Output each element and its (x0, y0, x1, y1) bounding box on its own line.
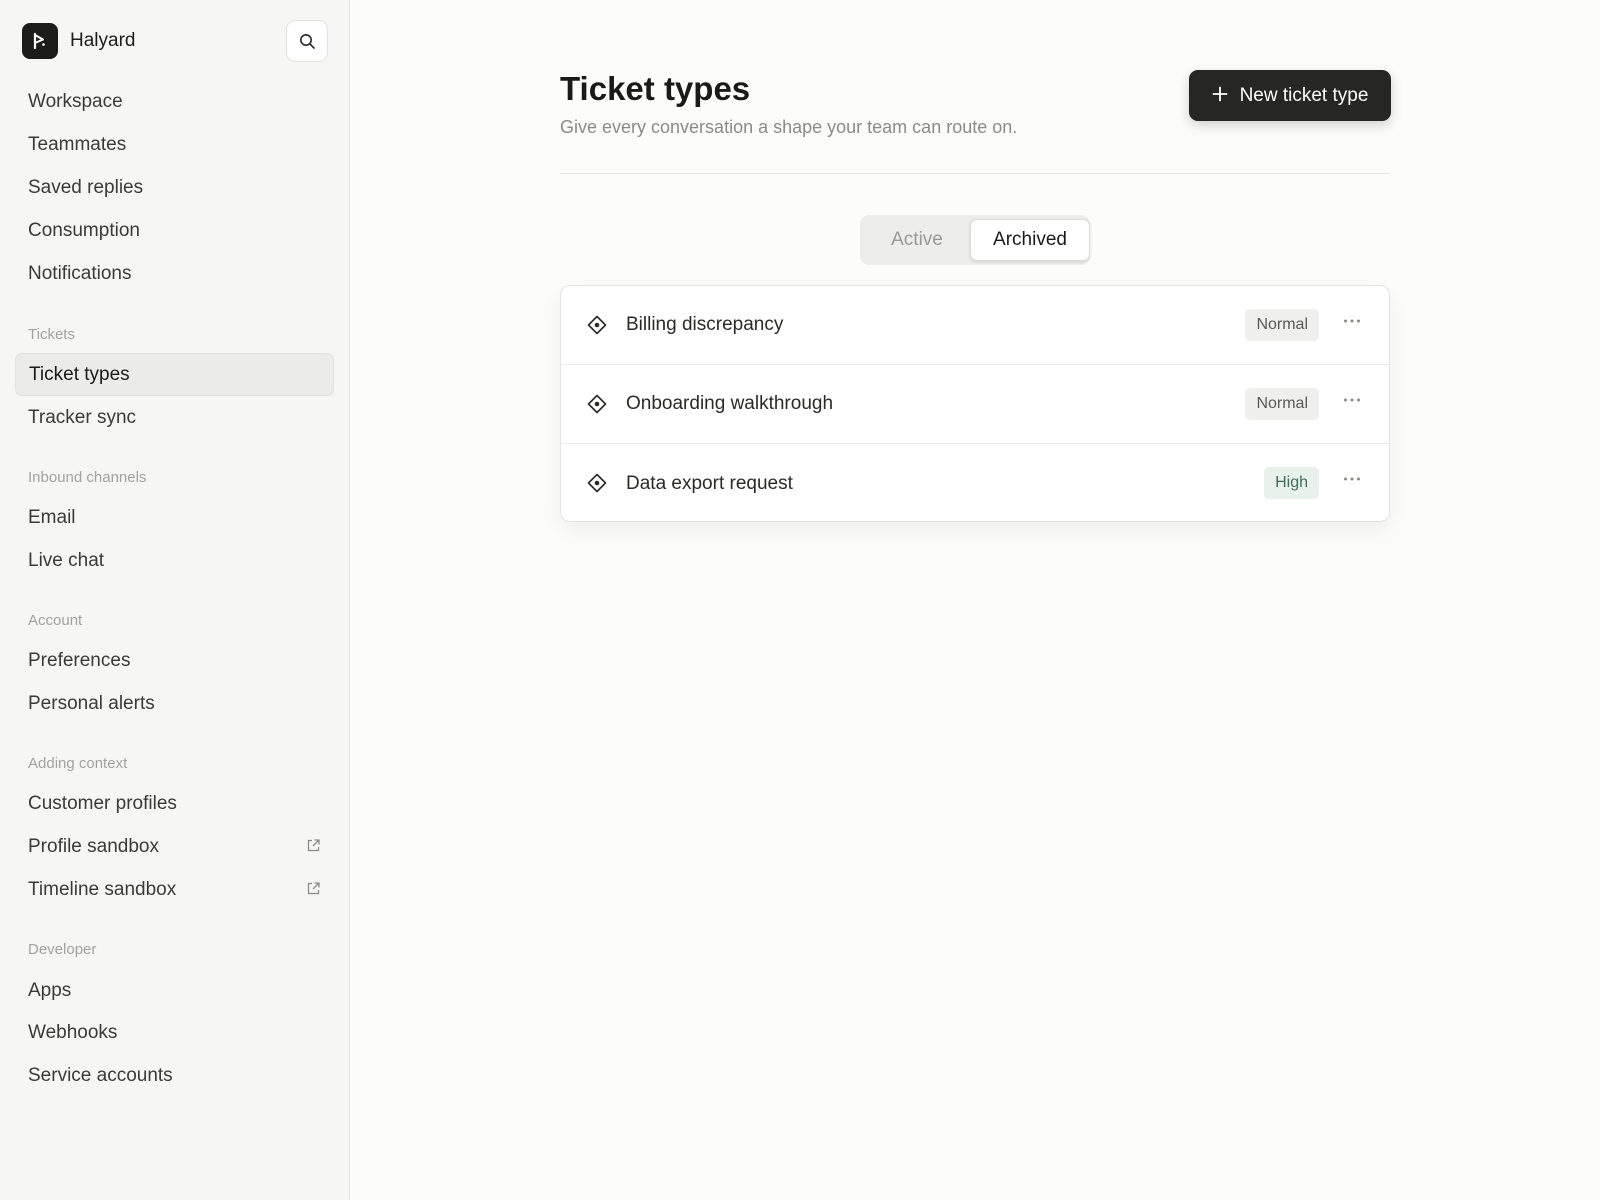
tab-active[interactable]: Active (864, 219, 970, 261)
section-label-tickets: Tickets (28, 326, 75, 343)
external-link-icon (307, 839, 320, 852)
sidebar: Halyard Workspace Teammates Saved replie… (0, 0, 350, 1200)
sidebar-item-label: Timeline sandbox (28, 878, 177, 900)
sidebar-item-label: Teammates (28, 133, 127, 155)
sidebar-item-saved-replies[interactable]: Saved replies (15, 166, 334, 209)
header-divider (560, 173, 1390, 174)
ticket-type-icon (587, 315, 607, 335)
tab-archived[interactable]: Archived (970, 219, 1090, 261)
brand[interactable]: Halyard (22, 23, 135, 59)
more-icon[interactable] (1343, 397, 1361, 403)
sidebar-item-label: Preferences (28, 649, 131, 671)
list-item[interactable]: Onboarding walkthrough Normal (561, 365, 1389, 444)
ticket-type-list: Billing discrepancy Normal Onboarding wa… (560, 285, 1390, 522)
sidebar-item-preferences[interactable]: Preferences (15, 639, 334, 682)
sidebar-item-label: Live chat (28, 549, 105, 571)
more-icon[interactable] (1343, 476, 1361, 482)
more-icon[interactable] (1343, 318, 1361, 324)
section-label-adding-context: Adding context (28, 755, 128, 772)
page-subtitle: Give every conversation a shape your tea… (560, 117, 1018, 137)
section-label-inbound-channels: Inbound channels (28, 469, 147, 486)
sidebar-item-customer-profiles[interactable]: Customer profiles (15, 782, 334, 825)
sidebar-item-workspace[interactable]: Workspace (15, 80, 334, 123)
tab-label: Archived (993, 229, 1067, 250)
new-ticket-type-button[interactable]: New ticket type (1189, 70, 1391, 121)
sidebar-item-label: Service accounts (28, 1064, 173, 1086)
sidebar-item-personal-alerts[interactable]: Personal alerts (15, 682, 334, 725)
sidebar-item-tracker-sync[interactable]: Tracker sync (15, 396, 334, 439)
ticket-type-name: Data export request (626, 472, 793, 494)
ticket-type-name: Billing discrepancy (626, 314, 784, 335)
sidebar-item-label: Ticket types (29, 363, 130, 385)
main-content: Ticket types Give every conversation a s… (351, 0, 1600, 1200)
sidebar-item-consumption[interactable]: Consumption (15, 209, 334, 252)
page-title: Ticket types (560, 70, 751, 107)
priority-badge: Normal (1245, 309, 1319, 341)
list-item[interactable]: Billing discrepancy Normal (561, 286, 1389, 365)
search-icon (299, 33, 315, 49)
sidebar-item-teammates[interactable]: Teammates (15, 123, 334, 166)
section-label-developer: Developer (28, 941, 97, 958)
sidebar-item-label: Email (28, 506, 76, 528)
sidebar-item-apps[interactable]: Apps (15, 969, 334, 1012)
priority-badge: High (1264, 467, 1319, 499)
new-ticket-type-label: New ticket type (1239, 84, 1369, 106)
ticket-type-icon (587, 473, 607, 493)
sidebar-item-label: Workspace (28, 90, 123, 112)
plus-icon (1212, 86, 1227, 102)
sidebar-item-service-accounts[interactable]: Service accounts (15, 1054, 334, 1097)
sidebar-item-label: Customer profiles (28, 792, 177, 814)
list-item[interactable]: Data export request High (561, 444, 1389, 521)
search-button[interactable] (286, 20, 328, 62)
brand-logo (22, 23, 58, 59)
priority-badge: Normal (1245, 388, 1319, 420)
sidebar-item-label: Webhooks (28, 1021, 118, 1043)
sidebar-item-profile-sandbox[interactable]: Profile sandbox (15, 825, 334, 868)
status-tabs: Active Archived (860, 215, 1090, 265)
sidebar-item-live-chat[interactable]: Live chat (15, 539, 334, 582)
ticket-type-icon (587, 394, 607, 414)
sidebar-item-label: Consumption (28, 219, 140, 241)
sidebar-item-webhooks[interactable]: Webhooks (15, 1011, 334, 1054)
sidebar-item-label: Profile sandbox (28, 835, 159, 857)
sidebar-item-email[interactable]: Email (15, 496, 334, 539)
sidebar-item-label: Apps (28, 979, 72, 1001)
sidebar-item-notifications[interactable]: Notifications (15, 252, 334, 295)
section-label-account: Account (28, 612, 83, 629)
ticket-type-name: Onboarding walkthrough (626, 393, 834, 414)
sidebar-item-label: Personal alerts (28, 692, 155, 714)
brand-name: Halyard (70, 30, 136, 51)
sidebar-item-label: Tracker sync (28, 406, 137, 428)
external-link-icon (307, 882, 320, 895)
sidebar-item-timeline-sandbox[interactable]: Timeline sandbox (15, 868, 334, 911)
tab-label: Active (891, 229, 943, 250)
sidebar-item-ticket-types[interactable]: Ticket types (15, 353, 334, 396)
sidebar-item-label: Saved replies (28, 176, 144, 198)
sidebar-item-label: Notifications (28, 262, 132, 284)
